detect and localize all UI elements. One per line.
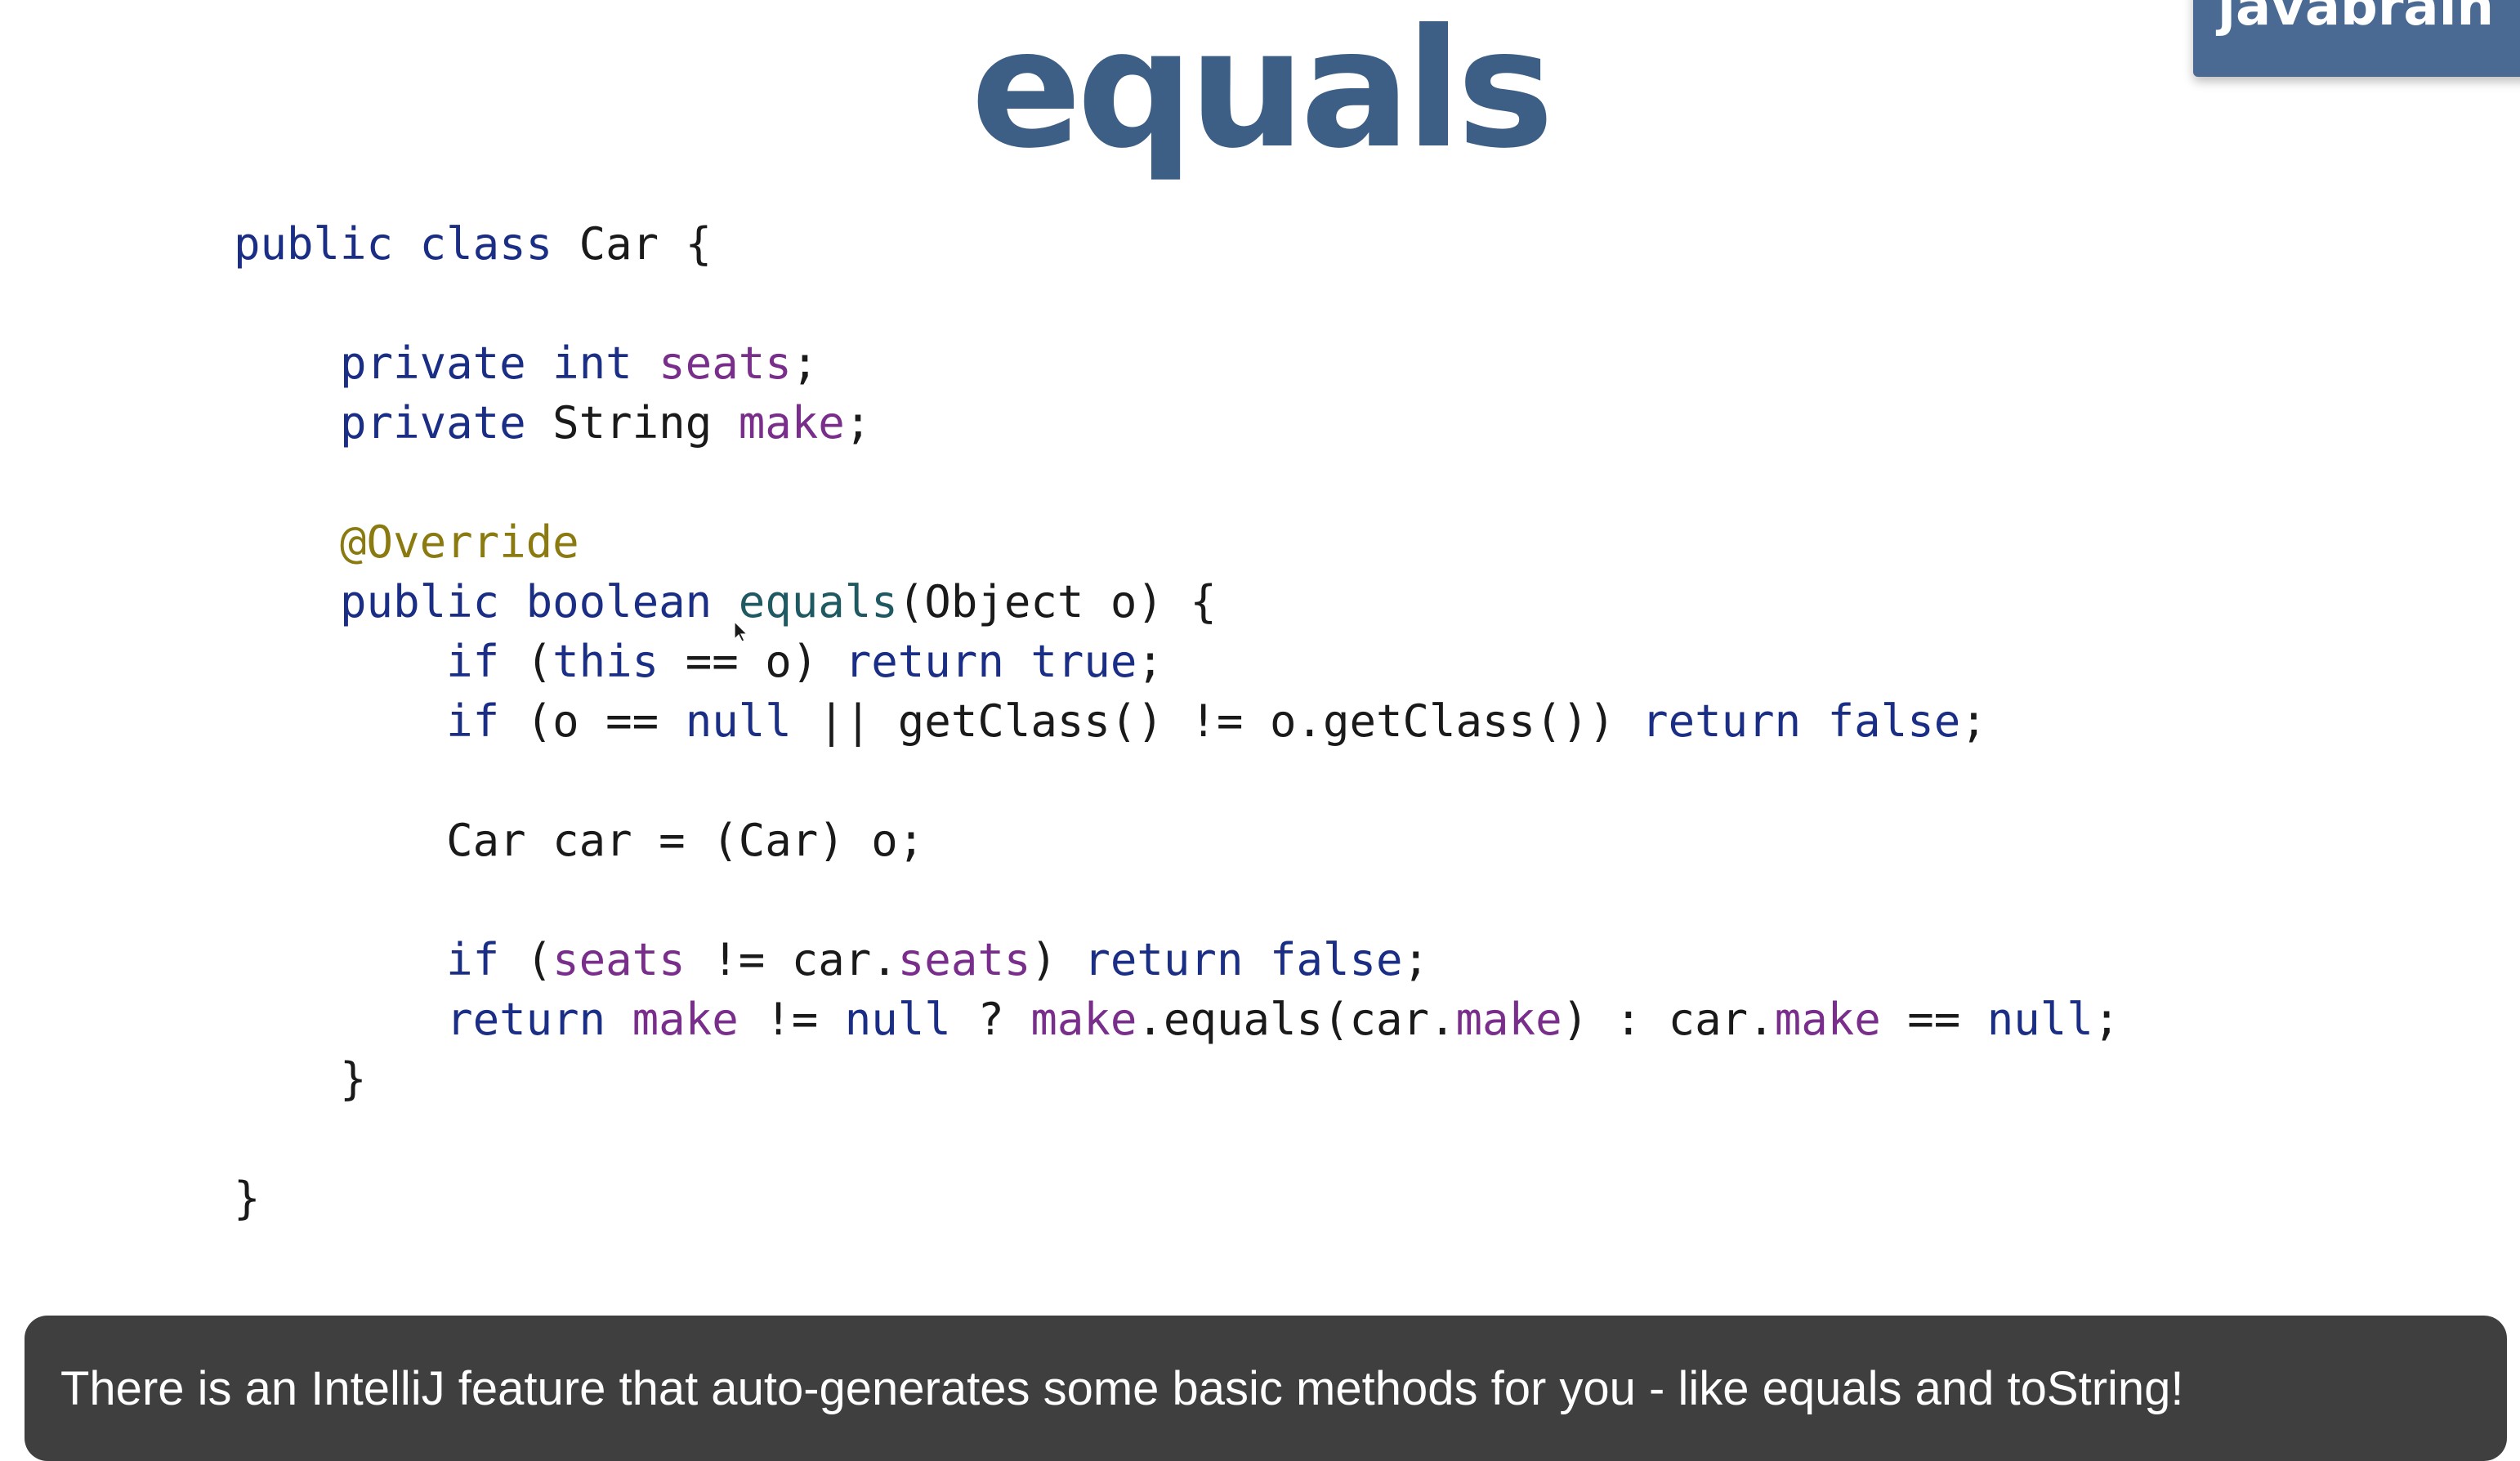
code-line: if (o == null || getClass() != o.getClas… <box>234 691 2120 751</box>
code-token: ; <box>844 397 872 449</box>
caption-bar: There is an IntelliJ feature that auto-g… <box>25 1316 2507 1461</box>
code-token: null <box>685 695 792 747</box>
code-token: != <box>738 994 845 1045</box>
code-line: return make != null ? make.equals(car.ma… <box>234 990 2120 1049</box>
code-token: null <box>1986 994 2093 1045</box>
code-token: seats <box>552 934 686 985</box>
code-token: ( <box>525 934 553 985</box>
code-token: public class <box>234 218 579 270</box>
code-line: Car car = (Car) o; <box>234 811 2120 870</box>
brand-badge: javabrain <box>2193 0 2520 77</box>
code-line: private String make; <box>234 393 2120 453</box>
code-token: ? <box>950 994 1031 1045</box>
mouse-pointer-icon <box>734 621 748 642</box>
code-token: ( <box>525 636 553 687</box>
code-token: seats <box>897 934 1031 985</box>
code-token: } <box>234 1173 261 1224</box>
code-token: != car. <box>685 934 898 985</box>
code-token: ; <box>791 337 819 389</box>
code-token: public boolean <box>234 576 739 628</box>
code-token: make <box>738 397 845 449</box>
code-token: (Object o) { <box>897 576 1217 628</box>
slide-title: equals <box>971 0 1554 185</box>
code-token: ) : car. <box>1562 994 1775 1045</box>
code-token: || getClass() != o.getClass()) <box>791 695 1642 747</box>
code-token: Car { <box>579 218 713 270</box>
code-line: if (this == o) return true; <box>234 632 2120 691</box>
code-token: } <box>234 1053 367 1105</box>
code-block: public class Car { private int seats; pr… <box>234 214 2120 1228</box>
code-token: String <box>552 397 739 449</box>
code-token: if <box>234 636 526 687</box>
code-token: if <box>234 695 526 747</box>
code-token: ; <box>1137 636 1164 687</box>
code-line: private int seats; <box>234 333 2120 393</box>
code-token: seats <box>659 337 792 389</box>
code-token: return <box>234 994 632 1045</box>
code-token: @Override <box>234 516 579 568</box>
code-token: Car car = (Car) o; <box>234 815 925 866</box>
slide: equals javabrain public class Car { priv… <box>0 0 2520 1461</box>
code-token: .equals(car. <box>1137 994 1456 1045</box>
code-line: public class Car { <box>234 214 2120 274</box>
code-token: if <box>234 934 526 985</box>
caption-text: There is an IntelliJ feature that auto-g… <box>60 1361 2184 1415</box>
code-line: if (seats != car.seats) return false; <box>234 930 2120 990</box>
code-token: return true <box>844 636 1137 687</box>
code-token: == <box>1880 994 1987 1045</box>
code-token: ; <box>1402 934 1430 985</box>
code-token: make <box>1030 994 1137 1045</box>
code-token: this <box>552 636 659 687</box>
code-token: return false <box>1084 934 1403 985</box>
code-token: equals <box>738 576 898 628</box>
code-token: null <box>844 994 951 1045</box>
code-line: @Override <box>234 512 2120 572</box>
code-token: ) <box>1030 934 1084 985</box>
code-token: make <box>632 994 739 1045</box>
code-token: make <box>1455 994 1562 1045</box>
code-token: private int <box>234 337 659 389</box>
code-token: private <box>234 397 553 449</box>
code-line: } <box>234 1049 2120 1109</box>
code-token: make <box>1774 994 1881 1045</box>
code-line: } <box>234 1168 2120 1228</box>
code-token: (o == <box>525 695 686 747</box>
code-token: == o) <box>659 636 845 687</box>
code-token: return false <box>1642 695 1961 747</box>
code-line: public boolean equals(Object o) { <box>234 572 2120 632</box>
brand-badge-text: javabrain <box>2218 0 2495 38</box>
code-token: ; <box>2093 994 2120 1045</box>
code-token: ; <box>1960 695 1987 747</box>
